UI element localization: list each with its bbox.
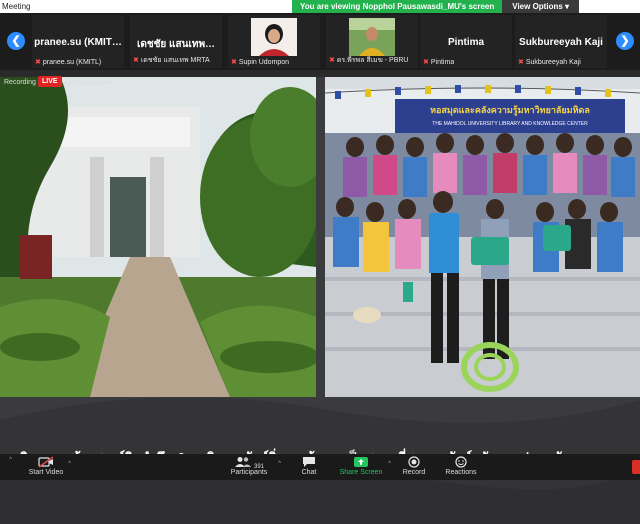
participants-icon: 391 [224,456,274,470]
chat-button[interactable]: Chat [294,456,324,476]
mic-muted-icon: ✖ [35,59,41,66]
stream-platform-dropdown[interactable]: on Facebook ▾ [66,79,112,87]
reactions-icon [442,456,480,469]
reactions-button[interactable]: Reactions [442,456,480,476]
building-garden-photo [0,77,316,397]
record-button[interactable]: Record [396,456,432,476]
viewing-message: You are viewing Nopphol Pausawasdi_MU's … [292,0,503,13]
video-options-caret[interactable]: ^ [64,460,72,467]
participant-label: ✖ เดชชัย แสนเทพ MRTA [133,57,210,64]
share-screen-button[interactable]: Share Screen [336,456,386,476]
mic-muted-icon: ✖ [231,59,237,66]
library-sign-english: THE MAHIDOL UNIVERSITY LIBRARY AND KNOWL… [432,121,588,127]
participant-label: ✖ Sukbureeyah Kaji [518,59,581,66]
group-activity-photo: หอสมุดและคลังความรู้มหาวิทยาลัยมหิดล THE… [325,77,640,397]
start-video-button[interactable]: Start Video [26,456,66,476]
participant-label: ✖ Pintima [423,59,455,66]
share-screen-label: Share Screen [339,469,383,476]
mute-caret[interactable]: ^ [4,456,14,463]
participant-name: pranee.su (KMIT… [34,37,122,48]
share-screen-icon [336,456,386,469]
participant-name: เดชชัย แสนเทพ… [136,39,216,50]
viewing-banner: You are viewing Nopphol Pausawasdi_MU's … [292,0,580,13]
participant-label: ✖ pranee.su (KMITL) [35,59,102,66]
participant-name: Pintima [447,37,485,48]
live-badge[interactable]: LIVE [38,76,62,87]
left-arrow-icon[interactable]: ❮ [7,32,25,50]
participants-caret[interactable]: ^ [274,460,282,467]
record-label: Record [402,469,426,476]
participant-label: ✖ Supin Udompon [231,59,290,66]
meeting-toolbar: ^ Start Video ^ 391 Participants ^ Chat … [0,454,640,480]
start-video-label: Start Video [28,469,64,476]
record-icon [396,456,432,469]
video-muted-icon [26,456,66,469]
participant-video [251,18,297,56]
reactions-label: Reactions [445,469,477,476]
end-meeting-button[interactable] [632,460,640,474]
participant-name: Sukbureeyah Kaji [519,37,603,48]
participant-tile[interactable]: Pintima ✖ Pintima [420,15,512,68]
mic-muted-icon: ✖ [423,59,429,66]
participants-label: Participants [230,469,268,476]
participant-tile[interactable]: ✖ ดร.พีรพล สีเมฆ - PBRU [326,15,418,68]
participant-video [349,18,395,56]
participants-button[interactable]: 391 Participants [224,456,274,476]
participant-tile[interactable]: Sukbureeyah Kaji ✖ Sukbureeyah Kaji [515,15,607,68]
chat-label: Chat [301,469,317,476]
participant-tile[interactable]: pranee.su (KMIT… ✖ pranee.su (KMITL) [32,15,124,68]
right-arrow-icon[interactable]: ❯ [616,32,634,50]
participant-label: ✖ ดร.พีรพล สีเมฆ - PBRU [329,57,409,64]
mic-muted-icon: ✖ [329,57,335,64]
mic-muted-icon: ✖ [133,57,139,64]
recording-label: Recording [4,79,36,86]
mic-muted-icon: ✖ [518,59,524,66]
shared-screen: Recording LIVE on Facebook ▾ หอสมุดและคล… [0,70,640,524]
view-options-button[interactable]: View Options ▾ [502,0,580,13]
library-sign-thai: หอสมุดและคลังความรู้มหาวิทยาลัยมหิดล [430,105,590,116]
participant-tile[interactable]: เดชชัย แสนเทพ… ✖ เดชชัย แสนเทพ MRTA [130,15,222,68]
share-screen-caret[interactable]: ^ [384,460,392,467]
participant-tile[interactable]: ✖ Supin Udompon [228,15,320,68]
chat-icon [294,456,324,469]
participant-strip: ❮ pranee.su (KMIT… ✖ pranee.su (KMITL) เด… [0,13,640,70]
